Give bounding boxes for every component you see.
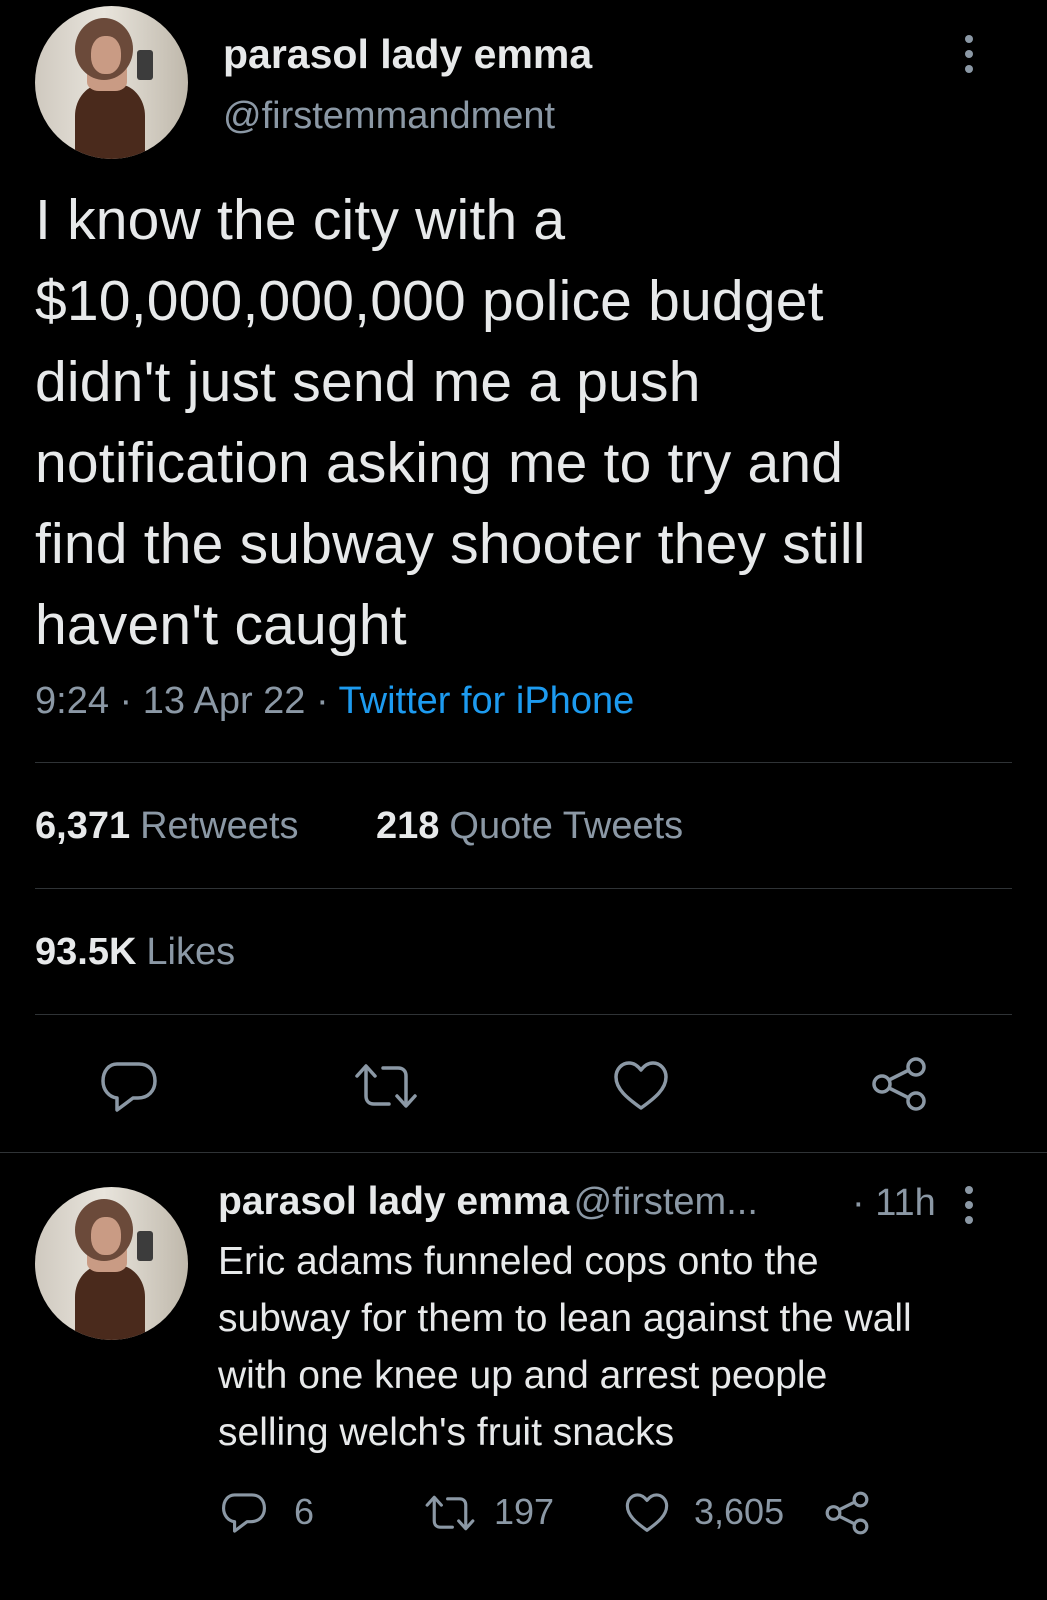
meta-separator: · — [108, 680, 143, 722]
tweet-text-line: find the subway shooter they still — [35, 512, 866, 576]
quote-tweets-stat[interactable]: 218 Quote Tweets — [376, 805, 683, 848]
author-avatar[interactable] — [35, 6, 188, 159]
reply-like-count: 3,605 — [694, 1491, 785, 1532]
retweet-icon[interactable] — [353, 1062, 419, 1110]
tweet-text-line: $10,000,000,000 police budget — [35, 269, 824, 333]
more-options-icon[interactable] — [963, 35, 975, 73]
reply-age[interactable]: · 11h — [852, 1182, 936, 1225]
retweets-stat[interactable]: 6,371 Retweets — [35, 805, 299, 848]
quote-tweets-count: 218 — [376, 805, 440, 847]
likes-label: Likes — [146, 931, 236, 973]
tweet-source-link[interactable]: Twitter for iPhone — [339, 680, 635, 722]
reply-display-name[interactable]: parasol lady emma — [218, 1180, 569, 1223]
tweet-time[interactable]: 9:24 — [35, 680, 109, 722]
divider — [35, 762, 1012, 763]
reply-icon[interactable] — [101, 1060, 157, 1114]
reply-text-line: Eric adams funneled cops onto the — [218, 1240, 819, 1283]
heart-icon[interactable] — [613, 1060, 669, 1112]
divider — [35, 888, 1012, 889]
likes-count: 93.5K — [35, 931, 137, 973]
tweet-text-line: notification asking me to try and — [35, 431, 844, 495]
tweet-text-line: haven't caught — [35, 593, 407, 657]
author-handle[interactable]: @firstemmandment — [223, 95, 555, 138]
tweet-date[interactable]: 13 Apr 22 — [143, 680, 306, 722]
reply-handle[interactable]: @firstem... — [574, 1181, 758, 1223]
reply-text-line: subway for them to lean against the wall — [218, 1297, 912, 1340]
reply-text-line: selling welch's fruit snacks — [218, 1411, 675, 1454]
reply-text-line: with one knee up and arrest people — [218, 1354, 828, 1397]
reply-reply-icon[interactable] — [222, 1491, 266, 1535]
reply-share-icon[interactable] — [824, 1491, 870, 1535]
share-icon[interactable] — [870, 1057, 928, 1111]
reply-reply-count: 6 — [294, 1491, 315, 1532]
reply-author-avatar[interactable] — [35, 1187, 188, 1340]
divider — [35, 1014, 1012, 1015]
tweet-text-line: didn't just send me a push — [35, 350, 701, 414]
tweet-meta: 9:24 · 13 Apr 22 · Twitter for iPhone — [35, 680, 634, 723]
quote-tweets-label: Quote Tweets — [449, 805, 684, 847]
reply-retweet-icon[interactable] — [424, 1494, 476, 1532]
reply-header: parasol lady emma @firstem... — [218, 1180, 758, 1224]
reply-retweet-count: 197 — [494, 1491, 555, 1532]
meta-separator: · — [305, 680, 339, 722]
tweet-text-line: I know the city with a — [35, 188, 566, 252]
retweets-count: 6,371 — [35, 805, 131, 847]
retweets-label: Retweets — [140, 805, 299, 847]
reply-heart-icon[interactable] — [625, 1492, 669, 1534]
reply-more-options-icon[interactable] — [963, 1186, 975, 1224]
likes-stat[interactable]: 93.5K Likes — [35, 931, 235, 974]
divider — [0, 1152, 1047, 1153]
author-display-name[interactable]: parasol lady emma — [223, 31, 592, 78]
tweet-text: I know the city with a $10,000,000,000 p… — [35, 180, 1035, 666]
reply-text: Eric adams funneled cops onto the subway… — [218, 1233, 1028, 1461]
